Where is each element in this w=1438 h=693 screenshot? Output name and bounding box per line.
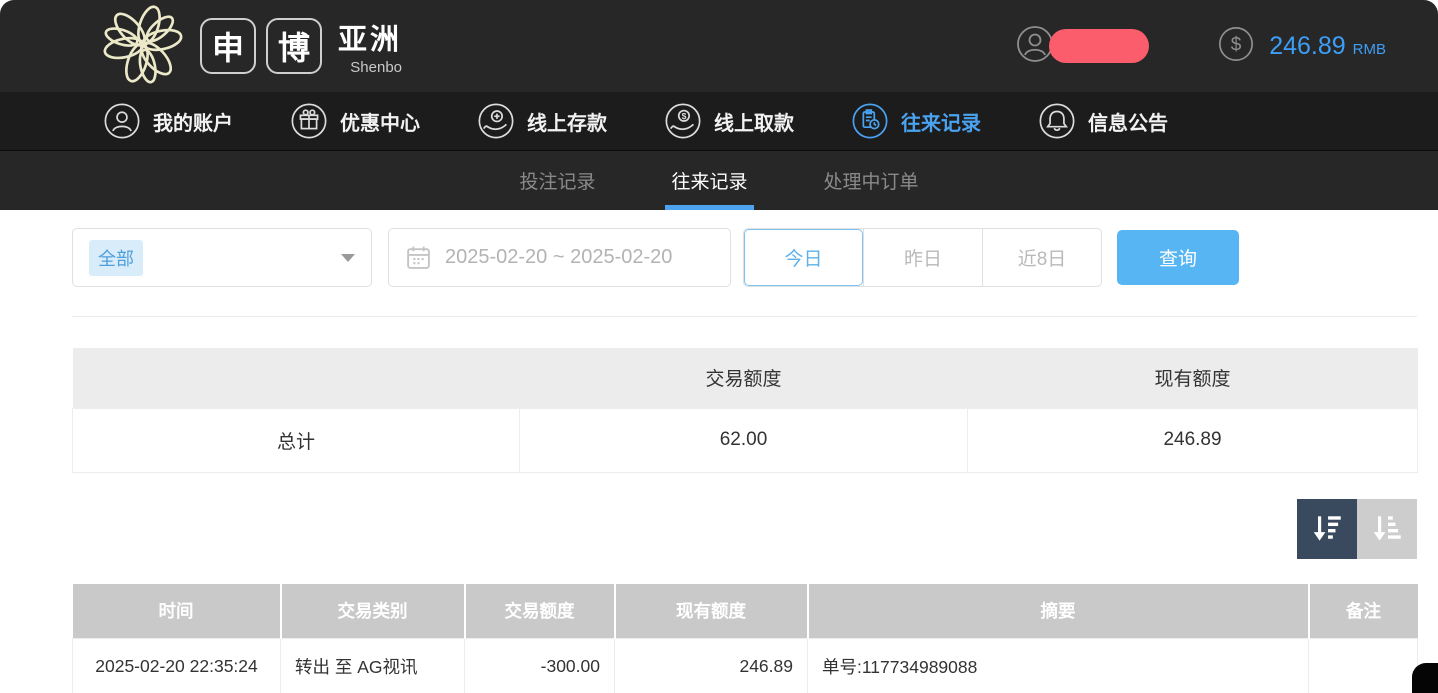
sort-descending-icon — [1309, 511, 1345, 547]
hand-coin-icon — [477, 102, 515, 140]
date-range-picker[interactable]: 2025-02-20 ~ 2025-02-20 — [388, 228, 731, 287]
nav-label: 往来记录 — [901, 107, 981, 136]
tab-betting-records[interactable]: 投注记录 — [513, 151, 601, 210]
table-row: 2025-02-20 22:35:24 转出 至 AG视讯 -300.00 24… — [73, 639, 1418, 693]
brand-suffix: 亚洲 — [338, 16, 402, 58]
col-header-amount: 交易额度 — [465, 584, 615, 639]
section-divider — [72, 316, 1417, 317]
sort-controls — [72, 499, 1417, 559]
nav-item-deposit[interactable]: 线上存款 — [477, 102, 607, 140]
floating-corner-widget[interactable] — [1412, 663, 1438, 693]
main-nav: 我的账户 优惠中心 线上存款 — [0, 92, 1438, 151]
col-header-time: 时间 — [73, 584, 281, 639]
brand-logo: 申 博 亚洲 Shenbo — [100, 1, 402, 92]
dollar-icon: $ — [1217, 25, 1255, 68]
nav-item-my-account[interactable]: 我的账户 — [103, 102, 233, 140]
nav-item-announcements[interactable]: 信息公告 — [1038, 102, 1168, 140]
record-amount: -300.00 — [465, 639, 615, 693]
col-header-balance: 现有额度 — [615, 584, 808, 639]
record-summary: 单号:117734989088 — [808, 639, 1309, 693]
brand-subtitle: Shenbo — [338, 59, 402, 76]
brand-char-2: 博 — [266, 18, 322, 74]
nav-label: 优惠中心 — [340, 107, 420, 136]
svg-text:$: $ — [682, 111, 687, 121]
sort-descending-button[interactable] — [1297, 499, 1357, 559]
summary-header-trade-amount: 交易额度 — [520, 348, 968, 408]
hand-dollar-icon: $ — [664, 102, 702, 140]
record-balance: 246.89 — [615, 639, 808, 693]
col-header-type: 交易类别 — [281, 584, 465, 639]
range-button-today[interactable]: 今日 — [744, 229, 863, 286]
top-header: 申 博 亚洲 Shenbo $ — [0, 0, 1438, 92]
record-tabs: 投注记录 往来记录 处理中订单 — [0, 151, 1438, 210]
app-window: 申 博 亚洲 Shenbo $ — [0, 0, 1438, 693]
summary-total-row: 总计 62.00 246.89 — [73, 408, 1418, 472]
range-button-yesterday[interactable]: 昨日 — [863, 229, 982, 286]
gift-icon — [290, 102, 328, 140]
type-selected-tag: 全部 — [89, 240, 143, 276]
nav-label: 信息公告 — [1088, 107, 1168, 136]
records-header-row: 时间 交易类别 交易额度 现有额度 摘要 备注 — [73, 584, 1418, 639]
col-header-remark: 备注 — [1309, 584, 1418, 639]
summary-header-empty — [73, 348, 520, 408]
nav-label: 线上存款 — [527, 107, 607, 136]
wallet-balance: $ 246.89 RMB — [1217, 25, 1386, 68]
filter-bar: 全部 2025-02-20 ~ 2025-02-20 今日 昨日 近8日 查询 — [72, 228, 1417, 287]
nav-label: 我的账户 — [153, 107, 233, 136]
chevron-down-icon — [341, 254, 355, 262]
brand-name-boxes: 申 博 — [200, 18, 322, 74]
date-range-value: 2025-02-20 ~ 2025-02-20 — [445, 246, 672, 269]
sort-ascending-button[interactable] — [1357, 499, 1417, 559]
nav-item-transaction-records[interactable]: 往来记录 — [851, 102, 981, 140]
clipboard-clock-icon — [851, 102, 889, 140]
summary-trade-amount: 62.00 — [520, 408, 968, 472]
summary-header-row: 交易额度 现有额度 — [73, 348, 1418, 408]
balance-currency: RMB — [1353, 41, 1386, 58]
tab-pending-orders[interactable]: 处理中订单 — [818, 151, 925, 210]
record-time: 2025-02-20 22:35:24 — [73, 639, 281, 693]
summary-balance: 246.89 — [968, 408, 1418, 472]
record-type: 转出 至 AG视讯 — [281, 639, 465, 693]
calendar-icon — [405, 244, 432, 271]
svg-text:$: $ — [1231, 34, 1242, 55]
col-header-summary: 摘要 — [808, 584, 1309, 639]
flower-logo-icon — [100, 1, 186, 92]
quick-range-group: 今日 昨日 近8日 — [743, 228, 1102, 287]
bell-icon — [1038, 102, 1076, 140]
balance-amount: 246.89 — [1269, 32, 1345, 61]
tab-transaction-records[interactable]: 往来记录 — [665, 151, 753, 210]
records-table: 时间 交易类别 交易额度 现有额度 摘要 备注 2025-02-20 22:35… — [72, 584, 1418, 693]
nav-label: 线上取款 — [714, 107, 794, 136]
record-remark — [1309, 639, 1418, 693]
summary-table: 交易额度 现有额度 总计 62.00 246.89 — [72, 348, 1418, 473]
username-pill[interactable] — [1049, 29, 1149, 63]
summary-header-balance: 现有额度 — [968, 348, 1418, 408]
nav-item-withdraw[interactable]: $ 线上取款 — [664, 102, 794, 140]
type-dropdown[interactable]: 全部 — [72, 228, 372, 287]
search-button[interactable]: 查询 — [1117, 230, 1239, 285]
brand-char-1: 申 — [200, 18, 256, 74]
nav-item-promotions[interactable]: 优惠中心 — [290, 102, 420, 140]
range-button-last8days[interactable]: 近8日 — [982, 229, 1101, 286]
user-circle-icon — [103, 102, 141, 140]
summary-total-label: 总计 — [73, 408, 520, 472]
sort-ascending-icon — [1369, 511, 1405, 547]
